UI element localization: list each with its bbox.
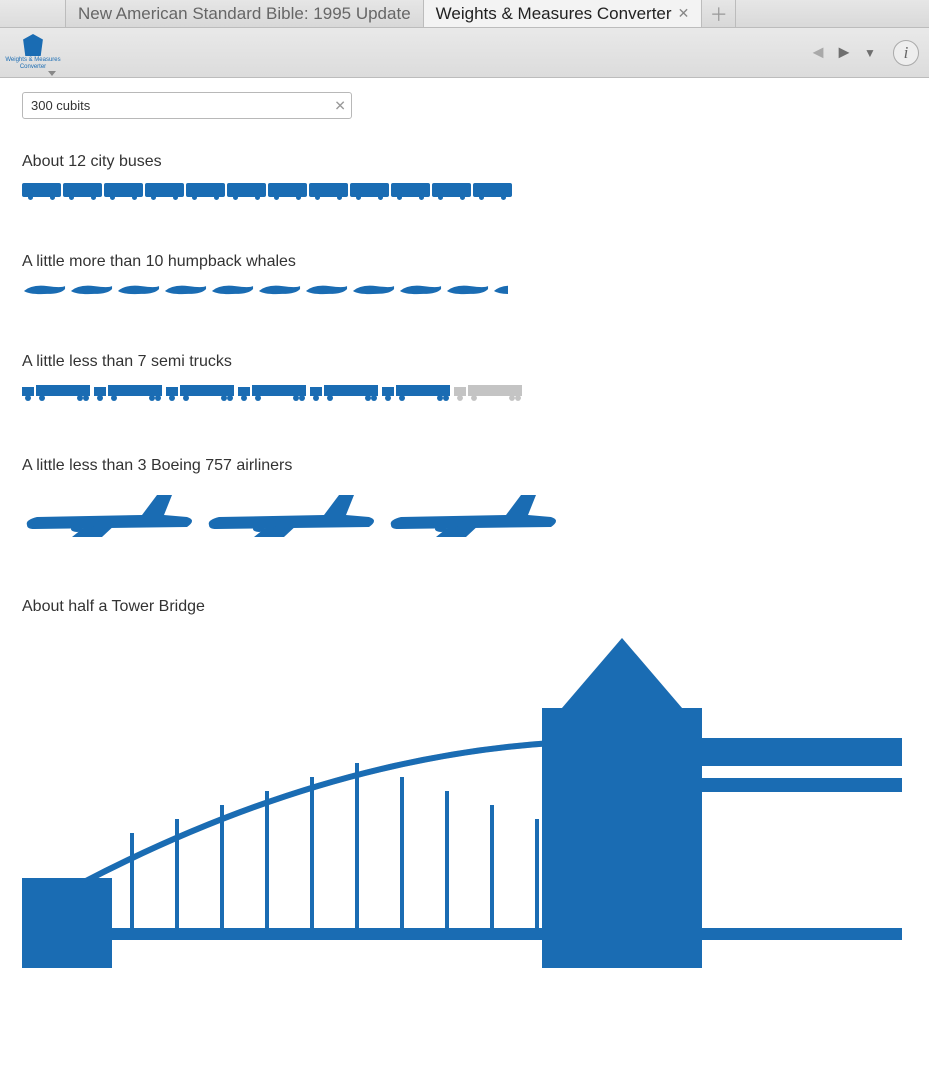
bus-icon <box>268 183 307 197</box>
content-area: ✕ About 12 city buses A little more than … <box>0 78 929 1074</box>
tab-converter-label: Weights & Measures Converter <box>436 4 672 24</box>
truck-icon <box>166 383 236 401</box>
truck-icon <box>22 383 92 401</box>
converter-icon-caption: Weights & Measures Converter <box>0 57 66 71</box>
comparison-block: About half a Tower Bridge <box>22 598 907 988</box>
bus-icon <box>391 183 430 197</box>
comparison-label: About 12 city buses <box>22 153 907 171</box>
truck-icon <box>94 383 164 401</box>
measure-input[interactable] <box>22 92 352 119</box>
bus-icon <box>104 183 143 197</box>
info-button[interactable]: i <box>893 40 919 66</box>
whale-icon <box>351 283 396 297</box>
whale-icon <box>22 283 67 297</box>
toolbar: Weights & Measures Converter ◄ ► ▼ i <box>0 28 929 78</box>
tab-nasb[interactable]: New American Standard Bible: 1995 Update <box>66 0 424 27</box>
sidebar-stub <box>0 0 66 27</box>
search-wrap: ✕ <box>22 92 352 119</box>
whale-icon <box>69 283 114 297</box>
comparison-label: A little more than 10 humpback whales <box>22 253 907 271</box>
chevron-down-icon <box>48 71 56 76</box>
plane-icon <box>386 487 566 542</box>
plane-icon <box>204 487 384 542</box>
bus-icon <box>350 183 389 197</box>
comparison-row <box>22 183 907 197</box>
new-tab-button[interactable]: ＋ <box>702 0 736 27</box>
comparison-block: A little less than 7 semi trucks <box>22 353 907 401</box>
truck-icon <box>238 383 308 401</box>
comparison-block: A little more than 10 humpback whales <box>22 253 907 297</box>
truck-icon <box>454 383 524 401</box>
comparison-block: A little less than 3 Boeing 757 airliner… <box>22 457 907 542</box>
tab-strip: New American Standard Bible: 1995 Update… <box>0 0 929 28</box>
comparison-row <box>22 487 907 542</box>
clear-input-icon[interactable]: ✕ <box>334 97 346 114</box>
bus-icon <box>145 183 184 197</box>
panel-switcher[interactable]: Weights & Measures Converter <box>0 28 66 78</box>
whale-icon <box>163 283 208 297</box>
whale-icon <box>210 283 255 297</box>
whale-icon <box>445 283 490 297</box>
comparison-label: A little less than 7 semi trucks <box>22 353 907 371</box>
nav-back-button[interactable]: ◄ <box>807 42 829 64</box>
whale-icon <box>116 283 161 297</box>
plane-icon <box>22 487 202 542</box>
nav-history-dropdown[interactable]: ▼ <box>859 42 881 64</box>
nav-forward-button[interactable]: ► <box>833 42 855 64</box>
bus-icon <box>227 183 266 197</box>
comparison-label: A little less than 3 Boeing 757 airliner… <box>22 457 907 475</box>
comparison-label: About half a Tower Bridge <box>22 598 907 616</box>
converter-icon <box>22 34 44 56</box>
tab-converter[interactable]: Weights & Measures Converter ✕ <box>424 0 703 27</box>
comparison-block: About 12 city buses <box>22 153 907 197</box>
bus-icon <box>63 183 102 197</box>
tab-close-icon[interactable]: ✕ <box>678 5 690 22</box>
whale-icon <box>398 283 443 297</box>
truck-icon <box>310 383 380 401</box>
comparison-row <box>22 383 907 401</box>
whale-icon <box>492 283 508 297</box>
truck-icon <box>382 383 452 401</box>
comparison-row <box>22 283 907 297</box>
bus-icon <box>432 183 471 197</box>
bus-icon <box>186 183 225 197</box>
bus-icon <box>473 183 512 197</box>
whale-icon <box>304 283 349 297</box>
tab-nasb-label: New American Standard Bible: 1995 Update <box>78 4 411 24</box>
bus-icon <box>309 183 348 197</box>
tower-bridge-graphic <box>22 628 902 988</box>
bus-icon <box>22 183 61 197</box>
whale-icon <box>257 283 302 297</box>
